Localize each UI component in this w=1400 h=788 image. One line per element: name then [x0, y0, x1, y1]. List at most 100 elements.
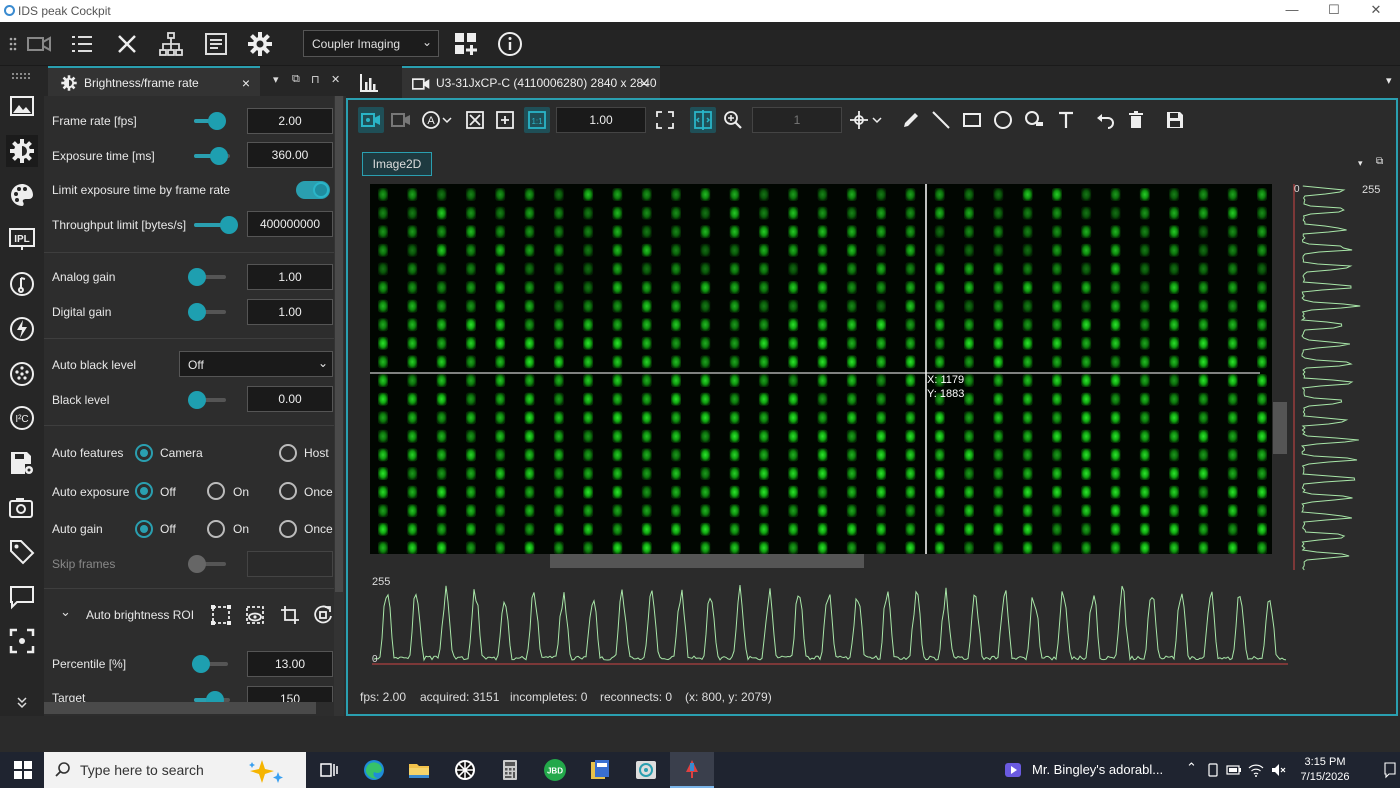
delete-icon[interactable] — [1123, 107, 1149, 133]
percentile-slider[interactable] — [192, 655, 228, 673]
task-view-icon[interactable] — [314, 756, 344, 784]
analog-gain-slider[interactable] — [188, 268, 226, 286]
frame-index-input[interactable]: 1 — [752, 107, 842, 133]
wifi-icon[interactable] — [1248, 762, 1264, 778]
save-icon[interactable] — [1162, 107, 1188, 133]
image-format-icon[interactable] — [6, 90, 38, 122]
panel-float-button[interactable]: ⧉ — [292, 73, 300, 86]
settings-gear-icon[interactable] — [245, 29, 275, 59]
tab-close-button[interactable]: × — [242, 75, 250, 91]
chat-icon[interactable] — [6, 581, 38, 613]
flash-icon[interactable] — [6, 313, 38, 345]
auto-exposure-off-radio[interactable] — [135, 482, 153, 500]
panel-close-button[interactable]: ✕ — [331, 73, 340, 86]
info-icon[interactable] — [495, 29, 525, 59]
zoom-input[interactable]: 1.00 — [556, 107, 646, 133]
auto-features-camera-radio[interactable] — [135, 444, 153, 462]
undo-icon[interactable] — [1092, 107, 1118, 133]
device-icon[interactable] — [1206, 763, 1220, 777]
auto-gain-on-radio[interactable] — [207, 520, 225, 538]
taskbar-clock[interactable]: 3:15 PM 7/15/2026 — [1290, 755, 1360, 785]
limit-exposure-toggle[interactable] — [296, 181, 330, 199]
volume-muted-icon[interactable] — [1270, 762, 1286, 778]
panel-menu-button[interactable]: ▾ — [273, 73, 279, 86]
throughput-limit-slider[interactable] — [194, 216, 238, 234]
target-input[interactable]: 150 — [247, 686, 333, 702]
roi-view-icon[interactable] — [244, 604, 266, 626]
snapshot-video-icon[interactable] — [388, 107, 414, 133]
active-app-icon[interactable] — [670, 752, 714, 788]
crosshair-icon[interactable] — [846, 107, 872, 133]
auto-gain-off-radio[interactable] — [135, 520, 153, 538]
notification-text[interactable]: Mr. Bingley's adorabl... — [1032, 762, 1163, 777]
close-device-icon[interactable] — [112, 29, 142, 59]
circle-tool-icon[interactable] — [990, 107, 1016, 133]
auto-mode-chevron-icon[interactable] — [440, 107, 454, 133]
live-video-icon[interactable] — [358, 107, 384, 133]
brightness-icon[interactable] — [6, 135, 38, 167]
expand-down-icon[interactable] — [6, 694, 38, 712]
panel-vertical-scrollbar[interactable] — [334, 96, 344, 716]
ipl-icon[interactable]: IPL — [6, 223, 38, 255]
tab-list-chevron-icon[interactable]: ▾ — [1386, 74, 1392, 87]
roi-select-icon[interactable] — [210, 604, 232, 626]
roi-reset-icon[interactable] — [312, 604, 334, 626]
add-layout-icon[interactable] — [451, 29, 481, 59]
image-float-icon[interactable]: ⧉ — [1376, 156, 1383, 167]
folder-app-icon[interactable] — [585, 756, 615, 784]
auto-exposure-on-radio[interactable] — [207, 482, 225, 500]
camera-settings-icon[interactable] — [6, 492, 38, 524]
maximize-button[interactable]: ☐ — [1314, 2, 1354, 20]
trigger-icon[interactable] — [6, 268, 38, 300]
color-palette-icon[interactable] — [6, 179, 38, 211]
histogram-icon[interactable] — [358, 72, 380, 94]
tray-chevron-up-icon[interactable]: ⌃ — [1186, 760, 1197, 776]
auto-features-host-radio[interactable] — [279, 444, 297, 462]
tag-icon[interactable] — [6, 536, 38, 568]
camera-tab-close-button[interactable]: × — [640, 75, 648, 91]
minimize-button[interactable]: — — [1272, 2, 1312, 20]
network-icon[interactable] — [156, 29, 186, 59]
exposure-time-slider[interactable] — [194, 147, 230, 165]
tab-brightness-frame-rate[interactable]: Brightness/frame rate × — [48, 66, 260, 96]
close-window-button[interactable]: ✕ — [1356, 2, 1396, 20]
profile-select[interactable]: Coupler Imaging ⌄ — [303, 30, 439, 57]
analog-gain-input[interactable]: 1.00 — [247, 264, 333, 290]
notification-center-icon[interactable] — [1384, 760, 1396, 780]
device-list-icon[interactable] — [67, 29, 97, 59]
fit-off-icon[interactable] — [462, 107, 488, 133]
fit-to-window-icon[interactable] — [492, 107, 518, 133]
magnifier-icon[interactable] — [720, 107, 746, 133]
image-vertical-scrollbar[interactable] — [1272, 184, 1288, 554]
black-level-input[interactable]: 0.00 — [247, 386, 333, 412]
ids-cockpit-taskbar-icon[interactable] — [631, 756, 661, 784]
image-horizontal-scrollbar[interactable] — [370, 554, 1272, 568]
frame-rate-slider[interactable] — [194, 112, 226, 130]
fullscreen-icon[interactable] — [652, 107, 678, 133]
camera-image[interactable]: X: 1179 Y: 1883 — [370, 184, 1272, 554]
tab-image2d[interactable]: Image2D — [362, 152, 432, 176]
panel-horizontal-scrollbar[interactable] — [44, 702, 316, 714]
roi-section-chevron-icon[interactable]: ⌄ — [60, 604, 71, 620]
calculator-icon[interactable] — [495, 756, 525, 784]
aperture-app-icon[interactable] — [450, 756, 480, 784]
log-icon[interactable] — [201, 29, 231, 59]
line-tool-icon[interactable] — [928, 107, 954, 133]
battery-icon[interactable] — [1226, 763, 1242, 777]
gpio-icon[interactable] — [6, 358, 38, 390]
zoom-one-to-one-icon[interactable]: 1:1 — [524, 107, 550, 133]
file-explorer-icon[interactable] — [404, 756, 434, 784]
tab-camera-view[interactable]: U3-31JxCP-C (4110006280) 2840 x 2840 × — [402, 66, 660, 98]
taskbar-search-box[interactable]: Type here to search — [44, 752, 306, 788]
digital-gain-input[interactable]: 1.00 — [247, 299, 333, 325]
throughput-limit-input[interactable]: 400000000 — [247, 211, 333, 237]
camera-icon[interactable] — [24, 29, 54, 59]
edge-browser-icon[interactable] — [359, 756, 389, 784]
image-menu-chevron-icon[interactable]: ▾ — [1358, 158, 1363, 169]
panel-pin-button[interactable]: ⊓ — [311, 73, 320, 86]
windows-start-icon[interactable] — [8, 756, 38, 784]
digital-gain-slider[interactable] — [188, 303, 226, 321]
measure-tool-icon[interactable] — [1021, 107, 1047, 133]
exposure-time-input[interactable]: 360.00 — [247, 142, 333, 168]
rectangle-tool-icon[interactable] — [959, 107, 985, 133]
